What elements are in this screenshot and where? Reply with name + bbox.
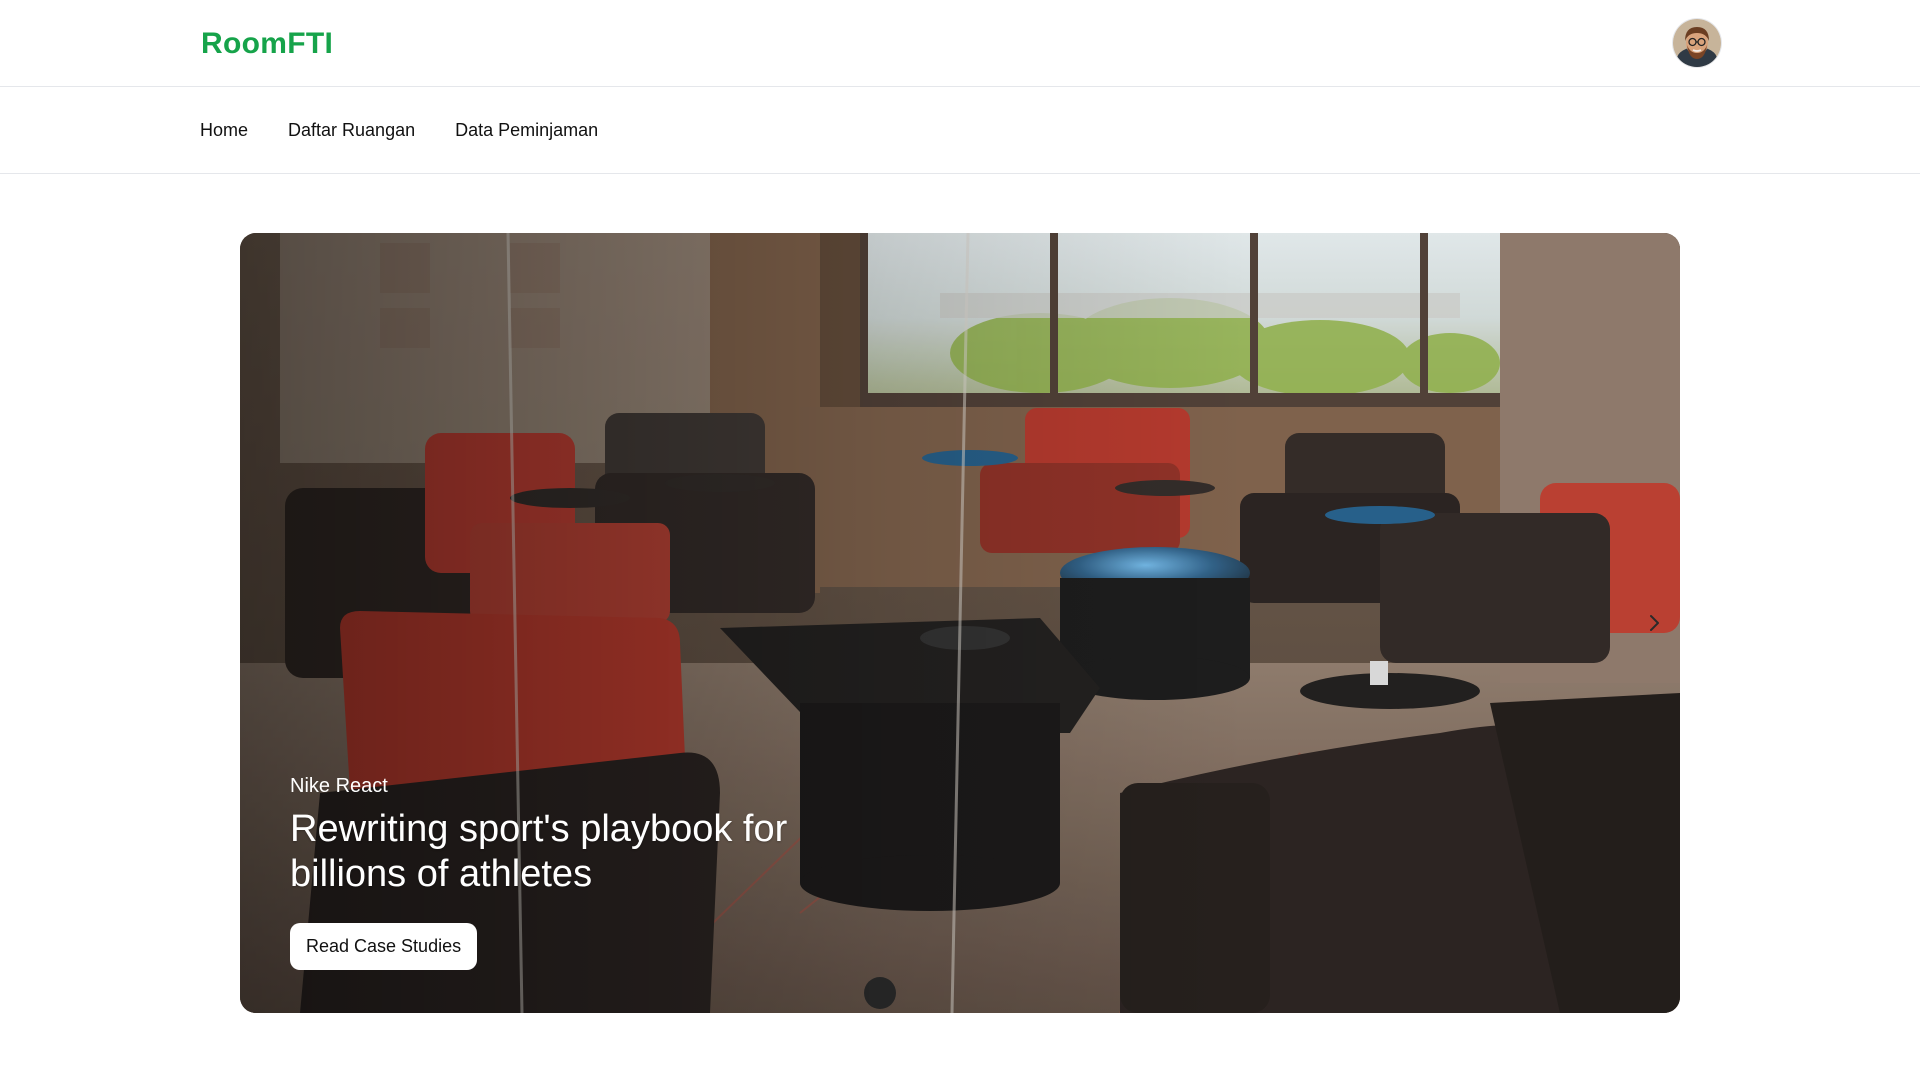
brand-logo[interactable]: RoomFTI xyxy=(201,27,333,61)
top-bar: RoomFTI xyxy=(0,0,1920,87)
carousel-next-button[interactable] xyxy=(1642,611,1666,635)
hero-title: Rewriting sport's playbook for billions … xyxy=(290,807,890,897)
hero-title-line-1: Rewriting sport's playbook for xyxy=(290,808,788,850)
avatar-photo-icon xyxy=(1673,19,1721,67)
chevron-right-icon xyxy=(1650,615,1659,631)
hero-title-line-2: billions of athletes xyxy=(290,853,593,895)
hero-eyebrow: Nike React xyxy=(290,775,388,797)
nav-item-home[interactable]: Home xyxy=(200,120,248,141)
nav-links: Home Daftar Ruangan Data Peminjaman xyxy=(200,87,598,174)
main-nav: Home Daftar Ruangan Data Peminjaman xyxy=(0,87,1920,174)
nav-item-data-peminjaman[interactable]: Data Peminjaman xyxy=(455,120,598,141)
hero-carousel: Nike React Rewriting sport's playbook fo… xyxy=(240,233,1680,1013)
hero-content: Nike React Rewriting sport's playbook fo… xyxy=(290,773,890,970)
nav-item-daftar-ruangan[interactable]: Daftar Ruangan xyxy=(288,120,415,141)
user-avatar[interactable] xyxy=(1673,19,1721,67)
read-case-studies-button[interactable]: Read Case Studies xyxy=(290,923,478,970)
